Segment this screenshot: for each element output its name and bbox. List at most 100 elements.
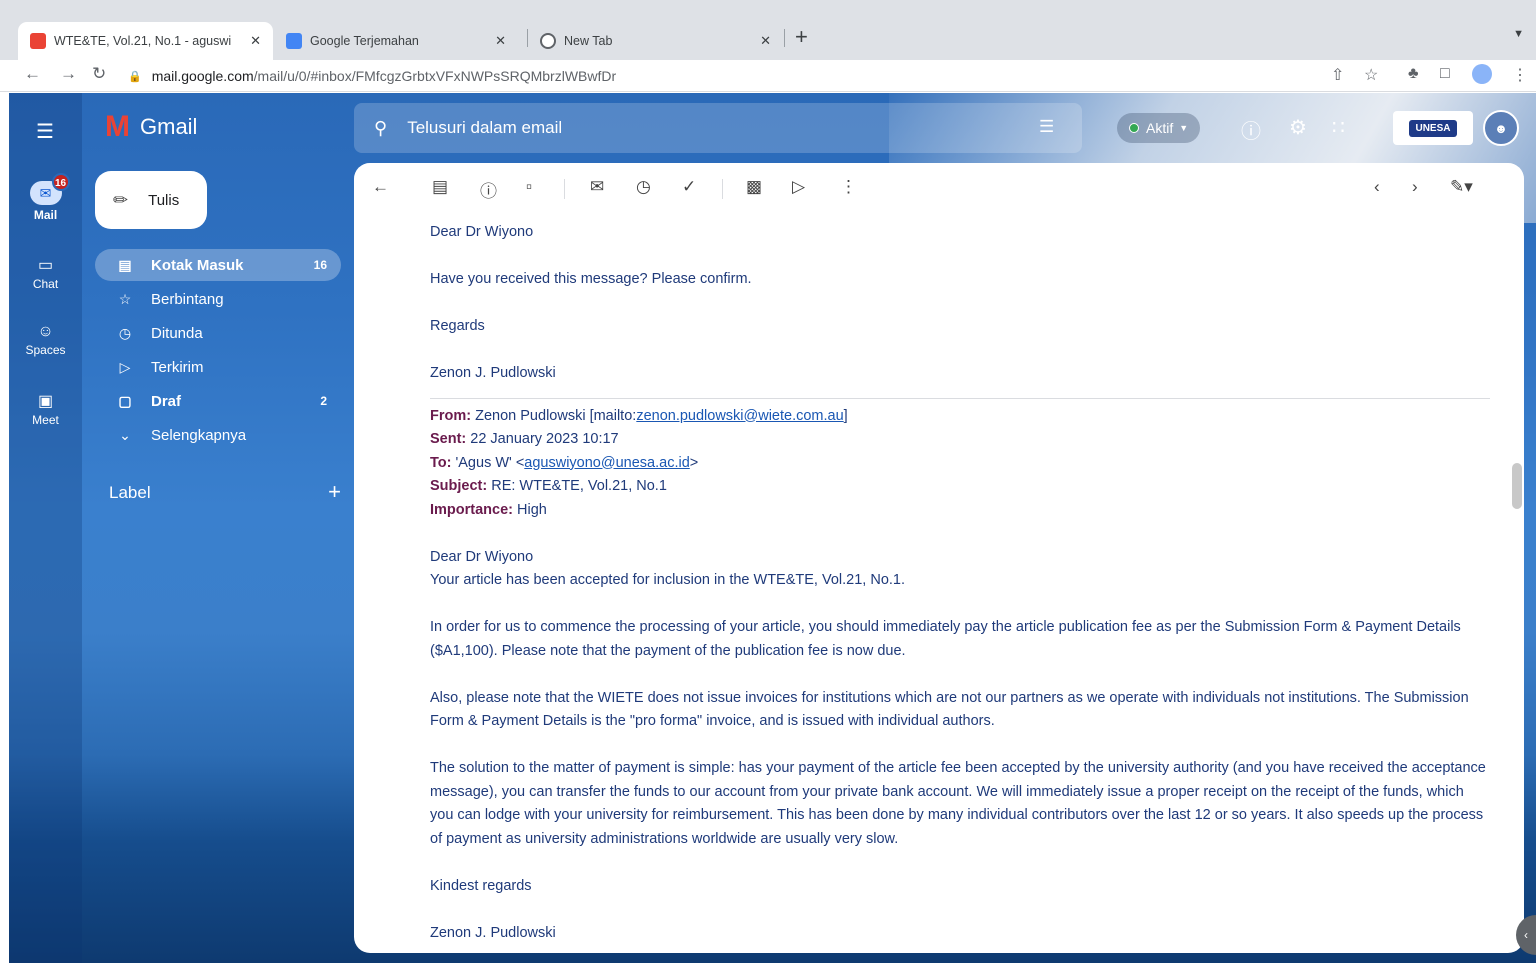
tab-title: Google Terjemahan [310, 34, 419, 48]
star-icon: ☆ [118, 290, 132, 307]
input-tools-pencil-icon[interactable]: ✎▾ [1450, 177, 1473, 197]
rail-label: Mail [33, 208, 58, 222]
sent-key: Sent: [430, 431, 467, 447]
tab-google-translate[interactable]: Google Terjemahan ✕ [274, 22, 518, 60]
settings-gear-icon[interactable]: ⚙ [1289, 115, 1307, 140]
profile-avatar-icon[interactable] [1472, 64, 1492, 84]
tab-search-chevron-icon[interactable]: ▼ [1513, 28, 1524, 40]
extensions-puzzle-icon[interactable]: ♣ [1408, 65, 1419, 83]
move-to-folder-icon[interactable]: ▩ [746, 177, 762, 197]
signature: Zenon J. Pudlowski [430, 924, 556, 941]
folder-label: Terkirim [151, 358, 204, 376]
search-input[interactable]: Telusuri dalam email [407, 118, 562, 138]
back-arrow-icon[interactable]: ← [372, 177, 389, 197]
rail-chat[interactable]: ▭ Chat [9, 255, 82, 291]
tab-separator [784, 29, 785, 47]
share-icon[interactable]: ⇧ [1331, 65, 1344, 85]
organization-logo[interactable]: UNESA [1393, 111, 1473, 145]
archive-icon[interactable]: ▤ [432, 177, 448, 197]
folder-sent[interactable]: ▷ Terkirim [95, 351, 341, 383]
quoted-from: From: Zenon Pudlowski [mailto:zenon.pudl… [430, 405, 1490, 429]
url-path: /mail/u/0/#inbox/FMfcgzGrbtxVFxNWPsSRQMb… [253, 68, 617, 84]
subject-value: RE: WTE&TE, Vol.21, No.1 [487, 478, 667, 494]
forward-arrow-icon[interactable]: → [60, 64, 77, 84]
folder-count: 2 [320, 394, 327, 408]
report-spam-icon[interactable]: ⓘ [480, 177, 497, 202]
folder-label: Ditunda [151, 324, 203, 342]
tab-new-tab[interactable]: New Tab ✕ [528, 22, 783, 60]
apps-grid-icon[interactable]: ∷ [1332, 115, 1345, 140]
main-menu-icon[interactable]: ☰ [36, 119, 54, 144]
send-icon: ▷ [119, 358, 131, 375]
to-email-link[interactable]: aguswiyono@unesa.ac.id [524, 455, 689, 471]
rail-meet[interactable]: ▣ Meet [9, 391, 82, 427]
signature: Zenon J. Pudlowski [430, 365, 556, 381]
gmail-wordmark: Gmail [140, 114, 198, 139]
mark-unread-envelope-icon[interactable]: ✉ [590, 177, 604, 197]
tab-gmail[interactable]: WTE&TE, Vol.21, No.1 - aguswi ✕ [18, 22, 273, 60]
from-name: Zenon Pudlowski [mailto: [471, 407, 637, 424]
message-scrollbar[interactable] [1512, 463, 1522, 509]
chrome-favicon-icon [540, 33, 556, 49]
unesa-logo-text: UNESA [1409, 119, 1457, 137]
search-icon[interactable]: ⚲ [374, 118, 387, 139]
url-host: mail.google.com [151, 68, 254, 84]
folder-inbox[interactable]: ▤ Kotak Masuk 16 [95, 249, 341, 281]
gmail-logo[interactable]: M Gmail [105, 112, 198, 142]
search-options-icon[interactable]: ☰ [1039, 117, 1054, 137]
quoted-sent: Sent: 22 January 2023 10:17 [430, 428, 1490, 452]
bookmark-star-icon[interactable]: ☆ [1364, 65, 1378, 85]
status-indicator[interactable]: Aktif ▼ [1117, 113, 1201, 143]
chat-icon: ▭ [37, 257, 54, 274]
account-avatar[interactable]: ☻ [1483, 110, 1519, 146]
reload-icon[interactable]: ↻ [92, 64, 106, 84]
new-tab-button[interactable]: + [795, 24, 808, 50]
quoted-to: To: 'Agus W' <aguswiyono@unesa.ac.id> [430, 452, 1490, 476]
mail-unread-badge: 16 [51, 173, 70, 191]
message-body: Dear Dr Wiyono Have you received this me… [430, 221, 1490, 945]
tab-close-icon[interactable]: ✕ [760, 33, 771, 49]
salutation: Dear Dr Wiyono [430, 224, 534, 240]
compose-label: Tulis [148, 191, 180, 209]
rail-label: Spaces [25, 343, 66, 357]
message-action-bar: ← ▤ ⓘ ▫ ✉ ◷ ✓ ▩ ▷ ⋮ ‹ › ✎▾ [354, 163, 1524, 213]
browser-menu-icon[interactable]: ⋮ [1512, 65, 1528, 85]
from-key: From: [430, 407, 472, 424]
tab-close-icon[interactable]: ✕ [250, 33, 261, 49]
newer-chevron-left-icon[interactable]: ‹ [1374, 177, 1380, 197]
add-label-button[interactable]: + [328, 481, 341, 503]
app-rail [9, 93, 82, 963]
address-bar[interactable]: 🔒 mail.google.com/mail/u/0/#inbox/FMfcgz… [128, 63, 1378, 89]
search-bar[interactable]: ⚲ Telusuri dalam email [354, 103, 1082, 153]
back-arrow-icon[interactable]: ← [24, 64, 41, 84]
clock-icon: ◷ [118, 324, 132, 341]
active-status-dot [1129, 123, 1139, 133]
sent-value: 22 January 2023 10:17 [466, 431, 619, 447]
translate-favicon-icon [286, 33, 302, 49]
snooze-clock-icon[interactable]: ◷ [636, 177, 651, 197]
compose-button[interactable]: ✏ Tulis [95, 171, 207, 229]
folder-starred[interactable]: ☆ Berbintang [95, 283, 341, 315]
from-email-link[interactable]: zenon.pudlowski@wiete.com.au [636, 408, 843, 424]
add-to-tasks-icon[interactable]: ✓ [682, 177, 696, 197]
rail-spaces[interactable]: ☺ Spaces [9, 323, 82, 357]
folder-snoozed[interactable]: ◷ Ditunda [95, 317, 341, 349]
help-icon[interactable]: ⓘ [1241, 115, 1261, 144]
browser-toolbar: ← → ↻ 🔒 mail.google.com/mail/u/0/#inbox/… [0, 60, 1536, 92]
body-paragraph: Also, please note that the WIETE does no… [430, 689, 1469, 730]
more-options-icon[interactable]: ⋮ [840, 177, 857, 197]
chevron-down-icon: ▼ [1179, 123, 1189, 133]
to-key: To: [430, 454, 452, 471]
tab-title: New Tab [564, 34, 613, 48]
rail-mail[interactable]: ✉ 16 Mail [9, 173, 82, 222]
folder-drafts[interactable]: ▢ Draf 2 [95, 385, 341, 417]
delete-trash-icon[interactable]: ▫ [526, 177, 532, 197]
from-end: ] [843, 407, 848, 424]
draft-icon: ▢ [118, 392, 132, 409]
salutation: Dear Dr Wiyono [430, 548, 534, 565]
side-panel-icon[interactable]: □ [1440, 65, 1450, 83]
folder-more[interactable]: ⌄ Selengkapnya [95, 419, 341, 451]
older-chevron-right-icon[interactable]: › [1412, 177, 1418, 197]
tab-close-icon[interactable]: ✕ [495, 33, 506, 49]
label-tag-icon[interactable]: ▷ [792, 177, 805, 197]
